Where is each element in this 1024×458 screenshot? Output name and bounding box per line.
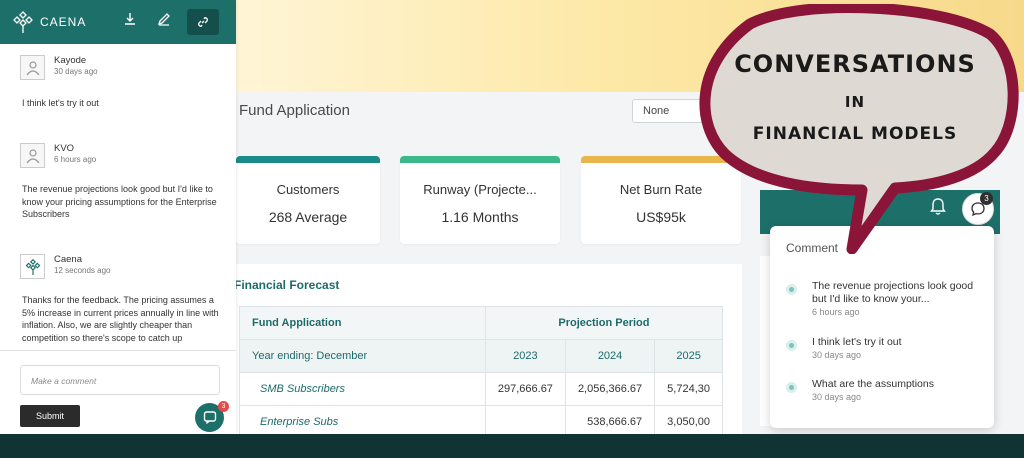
comment-time: 30 days ago: [812, 392, 862, 402]
message-body: I think let's try it out: [22, 98, 99, 108]
message-author: Caena: [54, 254, 82, 265]
table-header-cell: Fund Application: [239, 306, 486, 340]
kpi-accent-bar: [400, 156, 560, 163]
comment-item[interactable]: The revenue projections look good but I'…: [770, 280, 994, 320]
comment-time: 30 days ago: [812, 350, 862, 360]
comment-popup: Comment The revenue projections look goo…: [770, 226, 994, 428]
table-subheader-row: Year ending: December 2023 2024 2025: [239, 339, 723, 373]
message-body: Thanks for the feedback. The pricing ass…: [22, 295, 219, 343]
footer-bar: [0, 434, 1024, 458]
unread-dot-icon: [786, 340, 797, 351]
user-avatar-icon: [20, 55, 45, 80]
table-header-cell: Projection Period: [484, 306, 724, 340]
row-label: SMB Subscribers: [239, 372, 486, 406]
conversation-panel: CAENA Kayode 30 days ago I think let's t…: [0, 0, 236, 434]
chat-fab-badge: 3: [218, 401, 229, 412]
table-cell[interactable]: 2,056,366.67: [564, 372, 656, 406]
banner-line-3: FINANCIAL MODELS: [752, 124, 958, 144]
message-time: 30 days ago: [54, 67, 98, 76]
year-cell: 2023: [484, 339, 566, 373]
year-cell: 2025: [654, 339, 723, 373]
filter-select-value: None: [643, 105, 670, 117]
comment-input[interactable]: Make a comment: [20, 365, 220, 395]
edit-pencil-icon[interactable]: [154, 12, 174, 32]
banner-line-2: IN: [844, 93, 866, 111]
unread-dot-icon: [786, 284, 797, 295]
caena-avatar-icon: [20, 254, 45, 279]
panel-topbar: CAENA: [0, 0, 236, 44]
comment-text: The revenue projections look good but I'…: [812, 280, 974, 305]
table-cell: Year ending: December: [239, 339, 486, 373]
link-button[interactable]: [187, 9, 219, 35]
download-icon[interactable]: [120, 12, 140, 32]
kpi-accent-bar: [236, 156, 380, 163]
page-title: Fund Application: [239, 102, 350, 119]
caena-logo-icon: [12, 10, 34, 34]
message-author: KVO: [54, 143, 75, 154]
kpi-label: Customers: [276, 182, 340, 197]
message-body: The revenue projections look good but I'…: [22, 184, 217, 219]
kpi-card-runway[interactable]: Runway (Projecte... 1.16 Months: [400, 156, 560, 244]
unread-dot-icon: [786, 382, 797, 393]
comment-item[interactable]: I think let's try it out 30 days ago: [770, 336, 994, 366]
forecast-title: Financial Forecast: [234, 278, 340, 292]
table-header-row: Fund Application Projection Period: [239, 306, 724, 340]
table-cell[interactable]: 297,666.67: [484, 372, 566, 406]
comment-text: I think let's try it out: [812, 336, 902, 348]
banner-line-1: CONVERSATIONS: [734, 50, 976, 78]
user-avatar-icon: [20, 143, 45, 168]
table-cell[interactable]: 5,724,30: [654, 372, 723, 406]
logo-text: CAENA: [40, 15, 87, 29]
message-author: Kayode: [54, 55, 87, 66]
chat-icon: [203, 411, 217, 427]
link-icon: [196, 17, 210, 32]
message-time: 12 seconds ago: [54, 266, 111, 275]
forecast-table: Fund Application Projection Period Year …: [239, 306, 724, 439]
kpi-card-customers[interactable]: Customers 268 Average: [236, 156, 380, 244]
message-time: 6 hours ago: [54, 155, 97, 164]
comment-text: What are the assumptions: [812, 378, 934, 390]
table-row[interactable]: SMB Subscribers 297,666.67 2,056,366.67 …: [239, 372, 723, 406]
kpi-value: 1.16 Months: [441, 209, 519, 225]
year-cell: 2024: [564, 339, 656, 373]
comment-time: 6 hours ago: [812, 307, 860, 317]
panel-divider: [0, 350, 236, 351]
kpi-value: 268 Average: [268, 209, 348, 225]
submit-button[interactable]: Submit: [20, 405, 80, 427]
comment-item[interactable]: What are the assumptions 30 days ago: [770, 378, 994, 408]
kpi-label: Runway (Projecte...: [423, 182, 537, 197]
